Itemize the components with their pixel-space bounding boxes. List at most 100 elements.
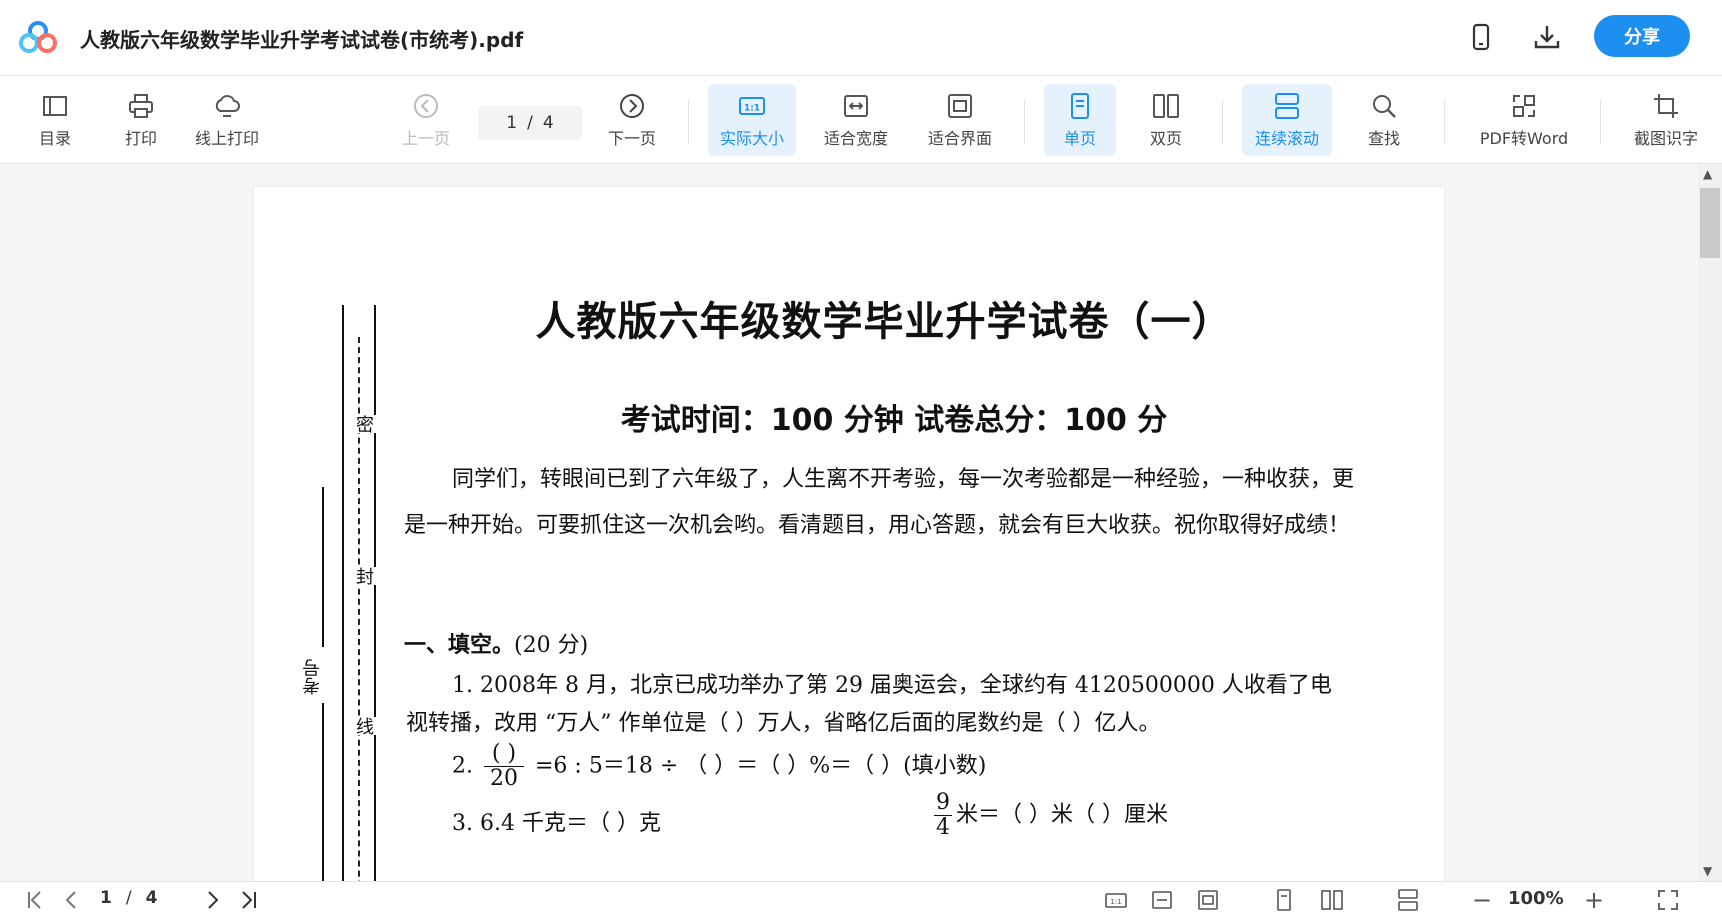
question-3-right: 9 4 米＝（ ）米（ ）厘米 xyxy=(930,790,1168,841)
continuous-scroll-button[interactable]: 连续滚动 xyxy=(1242,84,1332,156)
crop-icon xyxy=(1654,94,1678,118)
status-bar: 1 / 4 1:1 − 100% + xyxy=(0,881,1722,917)
fullscreen-icon[interactable] xyxy=(1656,888,1680,912)
fit-width-button[interactable]: 适合宽度 xyxy=(818,84,894,156)
pdf-to-word-button[interactable]: PDF转Word xyxy=(1476,84,1572,156)
first-page-icon[interactable] xyxy=(24,888,48,912)
fraction-numerator: ( ) xyxy=(484,741,524,768)
scrollbar-thumb[interactable] xyxy=(1700,188,1720,258)
continuous-scroll-label: 连续滚动 xyxy=(1254,129,1319,148)
actual-size-label: 实际大小 xyxy=(719,129,784,148)
actual-size-small-icon[interactable]: 1:1 xyxy=(1104,888,1128,912)
status-current-page[interactable]: 1 xyxy=(100,888,112,908)
share-button[interactable]: 分享 xyxy=(1594,15,1690,57)
answer-line xyxy=(322,487,324,647)
exam-subtitle: 考试时间：100 分钟 试卷总分：100 分 xyxy=(620,403,1168,438)
question-2-number: 2. xyxy=(452,753,473,779)
question-3-left: 3. 6.4 千克＝（ ）克 xyxy=(452,811,661,836)
question-3-fraction: 9 4 xyxy=(934,790,952,841)
margin-char-feng: 封 xyxy=(350,567,376,585)
svg-text:1:1: 1:1 xyxy=(1110,898,1121,906)
actual-size-button[interactable]: 1:1 实际大小 xyxy=(708,84,796,156)
scroll-up-icon[interactable]: ▲ xyxy=(1703,167,1712,181)
section-title: 一、填空。 xyxy=(404,633,515,658)
current-page-input[interactable]: 1 xyxy=(506,113,517,133)
find-label: 查找 xyxy=(1367,129,1400,148)
page-number-box[interactable]: 1 / 4 xyxy=(478,106,582,140)
online-print-button[interactable]: 线上打印 xyxy=(186,84,268,156)
cloud-print-icon xyxy=(215,95,240,117)
next-page-button[interactable]: 下一页 xyxy=(604,84,660,156)
toc-label: 目录 xyxy=(38,129,71,148)
question-2-fraction: ( ) 20 xyxy=(484,741,524,792)
phone-icon[interactable] xyxy=(1466,22,1496,52)
download-icon[interactable] xyxy=(1532,22,1562,52)
fraction-denominator: 4 xyxy=(936,815,950,841)
intro-paragraph: 同学们，转眼间已到了六年级了，人生离不开考验，每一次考验都是一种经验，一种收获，… xyxy=(404,467,1355,538)
screenshot-ocr-label: 截图识字 xyxy=(1633,129,1698,148)
fit-page-label: 适合界面 xyxy=(927,129,992,148)
toolbar: 目录 打印 线上打印 上一页 1 / 4 下一页 1:1 实际大小 适合宽度 适… xyxy=(0,76,1722,164)
question-2: 2. ( ) 20 =6 : 5＝18 ÷ （ ）＝（ ）%＝（ ）(填小数) xyxy=(452,741,987,792)
prev-page-label: 上一页 xyxy=(401,129,450,148)
scroll-down-icon[interactable]: ▼ xyxy=(1703,864,1712,878)
pdf-page: 密 封 线 考号 人教版六年级数学毕业升学试卷（一） 考试时间：100 分钟 试… xyxy=(254,187,1444,881)
prev-page-icon[interactable] xyxy=(60,888,84,912)
fit-page-button[interactable]: 适合界面 xyxy=(922,84,998,156)
find-button[interactable]: 查找 xyxy=(1356,84,1412,156)
toolbar-divider xyxy=(688,100,689,144)
print-label: 打印 xyxy=(124,129,157,148)
next-page-label: 下一页 xyxy=(607,129,656,148)
fraction-denominator: 20 xyxy=(490,766,518,792)
toc-icon xyxy=(43,96,67,116)
single-page-icon xyxy=(1071,93,1089,119)
double-page-label: 双页 xyxy=(1149,129,1182,148)
double-page-button[interactable]: 双页 xyxy=(1130,84,1202,156)
status-page-separator: / xyxy=(125,888,132,908)
last-page-icon[interactable] xyxy=(236,888,260,912)
answer-line xyxy=(322,703,324,881)
binding-line xyxy=(342,305,344,881)
search-icon xyxy=(1373,95,1396,118)
fit-width-label: 适合宽度 xyxy=(823,129,888,148)
continuous-scroll-icon xyxy=(1275,93,1299,119)
toc-button[interactable]: 目录 xyxy=(30,84,80,156)
single-page-button[interactable]: 单页 xyxy=(1044,84,1116,156)
actual-size-icon: 1:1 xyxy=(739,97,765,115)
app-logo-icon xyxy=(19,21,57,53)
next-page-icon[interactable] xyxy=(200,888,224,912)
single-page-small-icon[interactable] xyxy=(1272,888,1296,912)
section-points: (20 分) xyxy=(514,633,589,658)
fit-page-icon xyxy=(948,94,972,118)
question-1-line-2: 视转播，改用 “万人” 作单位是（ ）万人，省略亿后面的尾数约是（ ）亿人。 xyxy=(406,711,1161,736)
toolbar-divider xyxy=(1600,100,1601,144)
status-total-pages: 4 xyxy=(145,888,158,908)
toolbar-divider xyxy=(1444,100,1445,144)
fit-width-small-icon[interactable] xyxy=(1150,888,1174,912)
actual-size-icon-text: 1:1 xyxy=(744,104,760,114)
toolbar-divider xyxy=(1222,100,1223,144)
margin-char-xian: 线 xyxy=(350,717,376,735)
fraction-numerator: 9 xyxy=(934,790,952,817)
print-button[interactable]: 打印 xyxy=(116,84,166,156)
fit-page-small-icon[interactable] xyxy=(1196,888,1220,912)
zoom-level[interactable]: 100% xyxy=(1508,888,1564,909)
question-2-rest: =6 : 5＝18 ÷ （ ）＝（ ）%＝（ ）(填小数) xyxy=(535,753,987,779)
exam-title: 人教版六年级数学毕业升学试卷（一） xyxy=(535,299,1233,345)
prev-page-button[interactable]: 上一页 xyxy=(398,84,454,156)
next-circle-icon xyxy=(620,94,644,118)
page-separator: / xyxy=(527,113,533,133)
status-page-indicator: 1 / 4 xyxy=(100,888,157,908)
exam-number-label: 考号 xyxy=(302,659,323,695)
prev-circle-icon xyxy=(414,94,438,118)
screenshot-ocr-button[interactable]: 截图识字 xyxy=(1624,84,1708,156)
pdf-to-word-label: PDF转Word xyxy=(1479,129,1569,148)
double-page-small-icon[interactable] xyxy=(1320,888,1344,912)
document-title: 人教版六年级数学毕业升学考试试卷(市统考).pdf xyxy=(80,28,524,52)
vertical-scrollbar[interactable] xyxy=(1698,165,1722,881)
continuous-scroll-small-icon[interactable] xyxy=(1396,888,1420,912)
zoom-in-button[interactable]: + xyxy=(1584,886,1604,914)
zoom-out-button[interactable]: − xyxy=(1472,886,1492,914)
total-pages: 4 xyxy=(542,113,554,133)
document-viewport[interactable]: 密 封 线 考号 人教版六年级数学毕业升学试卷（一） 考试时间：100 分钟 试… xyxy=(0,165,1722,881)
